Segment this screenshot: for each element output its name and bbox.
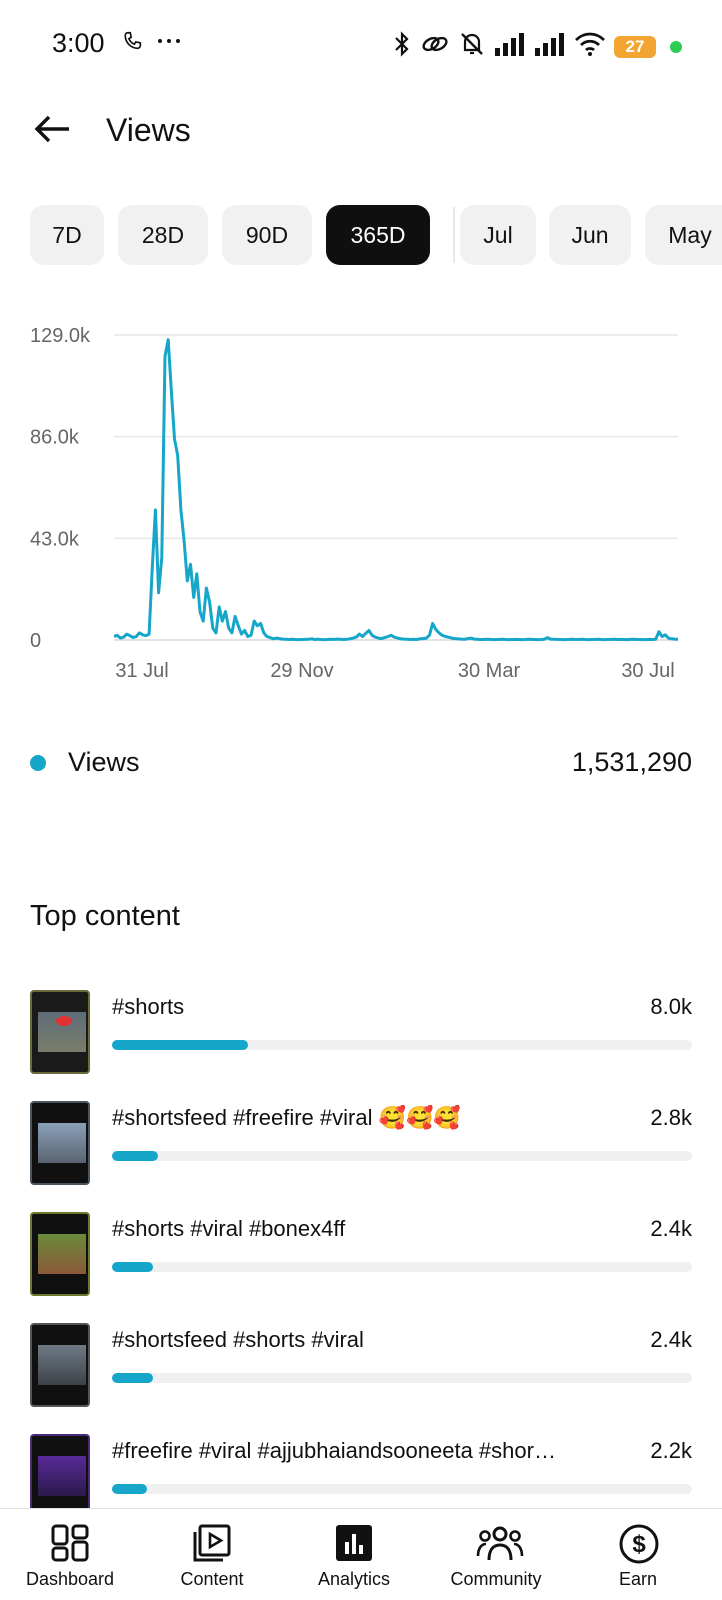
bottom-nav: Dashboard Content Analytics Community $ …: [0, 1508, 722, 1600]
nav-community[interactable]: Community: [426, 1509, 566, 1600]
chip-7d[interactable]: 7D: [30, 205, 104, 265]
legend-label: Views: [68, 747, 140, 777]
item-bar-track: [112, 1484, 692, 1494]
x-tick-label: 30 Jul: [621, 660, 674, 682]
nav-label: Earn: [618, 1569, 658, 1589]
item-bar-track: [112, 1373, 692, 1383]
nav-dashboard[interactable]: Dashboard: [0, 1509, 140, 1600]
y-tick-label: 86.0k: [30, 427, 80, 449]
item-views: 2.8k: [650, 1105, 692, 1130]
list-item[interactable]: #shorts #viral #bonex4ff 2.4k: [30, 1212, 692, 1296]
item-title: #freefire #viral #ajjubhaiandsooneeta #s…: [112, 1438, 556, 1463]
video-thumbnail: [30, 1434, 90, 1510]
item-title: #shortsfeed #freefire #viral 🥰🥰🥰: [112, 1105, 461, 1130]
item-bar-track: [112, 1262, 692, 1272]
dashboard-icon: [50, 1523, 90, 1563]
video-thumbnail: [30, 1212, 90, 1296]
item-bar-fill: [112, 1262, 153, 1272]
status-bar: 3:00 27: [0, 0, 722, 90]
video-thumbnail: [30, 990, 90, 1074]
legend-dot: [30, 755, 46, 771]
nav-label: Dashboard: [25, 1569, 115, 1589]
y-tick-label: 0: [30, 630, 41, 652]
views-chart: 129.0k 86.0k 43.0k 0 31 Jul 29 Nov 30 Mar 30 J…: [0, 310, 722, 710]
x-tick-label: 29 Nov: [270, 660, 333, 682]
page-title: Views: [106, 112, 191, 148]
chip-may[interactable]: May: [645, 205, 722, 265]
chip-jul[interactable]: Jul: [460, 205, 536, 265]
nav-analytics[interactable]: Analytics: [284, 1509, 424, 1600]
signal-icon: [494, 31, 526, 62]
y-tick-label: 43.0k: [30, 528, 80, 550]
chip-divider: [453, 207, 455, 263]
svg-text:$: $: [632, 1531, 646, 1558]
bluetooth-icon: [392, 30, 412, 63]
y-tick-label: 129.0k: [30, 325, 91, 347]
x-tick-label: 31 Jul: [115, 660, 168, 682]
phone-icon: [122, 30, 144, 57]
item-title: #shorts #viral #bonex4ff: [112, 1216, 346, 1241]
views-series-line: [113, 338, 679, 642]
item-title: #shorts: [112, 994, 185, 1019]
chip-jun[interactable]: Jun: [549, 205, 631, 265]
privacy-indicator-dot: [670, 40, 682, 53]
nav-earn[interactable]: $ Earn: [568, 1509, 708, 1600]
item-title: #shortsfeed #shorts #viral: [112, 1327, 364, 1352]
item-views: 2.4k: [650, 1216, 692, 1241]
item-views: 8.0k: [650, 994, 692, 1019]
nav-content[interactable]: Content: [142, 1509, 282, 1600]
x-tick-label: 30 Mar: [458, 660, 521, 682]
video-thumbnail: [30, 1101, 90, 1185]
views-chart-svg: 129.0k 86.0k 43.0k 0 31 Jul 29 Nov 30 Mar 30 J…: [30, 325, 679, 682]
views-total: 1,531,290: [571, 747, 692, 777]
top-content-title: Top content: [30, 900, 180, 932]
item-bar-track: [112, 1040, 692, 1050]
analytics-icon: [334, 1523, 374, 1563]
item-bar-fill: [112, 1151, 159, 1161]
list-item[interactable]: #shortsfeed #freefire #viral 🥰🥰🥰 2.8k: [30, 1101, 692, 1185]
item-bar-track: [112, 1151, 692, 1161]
video-thumbnail: [30, 1323, 90, 1407]
more-dots-icon: [156, 30, 182, 57]
list-item[interactable]: #shorts 8.0k: [30, 990, 692, 1074]
wifi-icon: [574, 31, 606, 62]
item-views: 2.4k: [650, 1327, 692, 1352]
link-icon: [420, 30, 450, 63]
mute-bell-icon: [458, 30, 486, 63]
nav-label: Community: [450, 1569, 542, 1589]
item-bar-fill: [112, 1484, 147, 1494]
chip-365d[interactable]: 365D: [326, 205, 430, 265]
header: Views: [0, 100, 722, 164]
item-bar-fill: [112, 1373, 153, 1383]
battery-icon: 27: [614, 35, 656, 58]
signal-icon: [534, 31, 566, 62]
item-bar-fill: [112, 1040, 249, 1050]
community-icon: [476, 1523, 524, 1563]
earn-icon: $: [618, 1523, 659, 1564]
back-button[interactable]: [30, 108, 76, 154]
nav-label: Content: [180, 1569, 244, 1589]
period-chips: 7D 28D 90D 365D Jul Jun May: [30, 205, 722, 265]
top-content-list: #shorts 8.0k #shortsfeed #freefire #vira…: [30, 990, 692, 1510]
content-icon: [192, 1523, 232, 1563]
chip-28d[interactable]: 28D: [118, 205, 208, 265]
list-item[interactable]: #freefire #viral #ajjubhaiandsooneeta #s…: [30, 1434, 692, 1510]
item-views: 2.2k: [650, 1438, 692, 1463]
chip-90d[interactable]: 90D: [222, 205, 312, 265]
status-time: 3:00: [52, 28, 105, 58]
arrow-left-icon: [33, 113, 73, 150]
nav-label: Analytics: [317, 1569, 391, 1589]
list-item[interactable]: #shortsfeed #shorts #viral 2.4k: [30, 1323, 692, 1407]
chart-legend: Views 1,531,290: [30, 745, 692, 785]
